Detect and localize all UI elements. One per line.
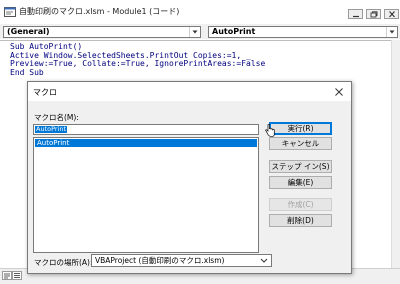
run-button[interactable]: 実行(R) bbox=[269, 122, 332, 135]
chevron-down-icon bbox=[260, 258, 268, 263]
object-combo[interactable]: (General) bbox=[3, 26, 201, 38]
macro-name-value: AutoPrint bbox=[35, 125, 68, 133]
close-icon bbox=[389, 11, 395, 18]
macro-location-select[interactable]: VBAProject (自動印刷のマクロ.xlsm) bbox=[91, 254, 272, 267]
cancel-button[interactable]: キャンセル bbox=[269, 137, 332, 150]
window-title: 自動印刷のマクロ.xlsm - Module1 (コード) bbox=[19, 7, 180, 16]
macro-dialog: マクロ マクロ名(M): AutoPrint AutoPrint 実行(R) キ… bbox=[27, 81, 352, 274]
restore-button[interactable] bbox=[366, 9, 381, 19]
procedure-view-icon bbox=[4, 273, 10, 279]
vertical-scrollbar[interactable] bbox=[391, 40, 400, 268]
macro-location-value: VBAProject (自動印刷のマクロ.xlsm) bbox=[95, 256, 225, 265]
chevron-down-icon bbox=[192, 30, 198, 34]
procedure-combo-value: AutoPrint bbox=[212, 27, 256, 36]
macro-location-label: マクロの場所(A): bbox=[34, 258, 93, 267]
object-combo-dropdown[interactable] bbox=[189, 27, 200, 37]
code-text[interactable]: Sub AutoPrint() Active Window.SelectedSh… bbox=[10, 42, 266, 77]
close-window-button[interactable] bbox=[384, 9, 399, 19]
object-combo-value: (General) bbox=[7, 27, 50, 36]
minimize-icon bbox=[353, 15, 359, 18]
dialog-title-bar: マクロ bbox=[28, 82, 351, 101]
code-line: End Sub bbox=[10, 67, 44, 77]
minimize-button[interactable] bbox=[348, 9, 363, 19]
procedure-combo[interactable]: AutoPrint bbox=[208, 26, 398, 38]
procedure-view-button[interactable] bbox=[2, 271, 12, 280]
vbe-title-bar: 自動印刷のマクロ.xlsm - Module1 (コード) bbox=[0, 0, 400, 25]
list-item[interactable]: AutoPrint bbox=[35, 139, 257, 147]
create-button: 作成(C) bbox=[269, 198, 332, 211]
close-icon[interactable] bbox=[334, 87, 344, 97]
delete-button[interactable]: 削除(D) bbox=[269, 214, 332, 227]
macro-list[interactable]: AutoPrint bbox=[33, 137, 259, 253]
hand-cursor-icon bbox=[265, 124, 275, 137]
restore-icon bbox=[370, 11, 378, 18]
procedure-combo-dropdown[interactable] bbox=[386, 27, 397, 37]
macro-name-input[interactable]: AutoPrint bbox=[33, 124, 259, 135]
combo-toolbar: (General) AutoPrint bbox=[0, 24, 400, 39]
edit-button[interactable]: 編集(E) bbox=[269, 176, 332, 189]
full-module-view-icon bbox=[14, 273, 20, 278]
full-module-view-button[interactable] bbox=[12, 271, 22, 280]
dialog-title: マクロ bbox=[33, 88, 57, 97]
chevron-down-icon bbox=[389, 30, 395, 34]
code-window-icon bbox=[4, 7, 16, 17]
code-line: Preview:=True, Collate:=True, IgnorePrin… bbox=[10, 59, 266, 68]
step-into-button[interactable]: ステップ イン(S) bbox=[269, 160, 332, 173]
macro-name-label: マクロ名(M): bbox=[34, 113, 79, 122]
